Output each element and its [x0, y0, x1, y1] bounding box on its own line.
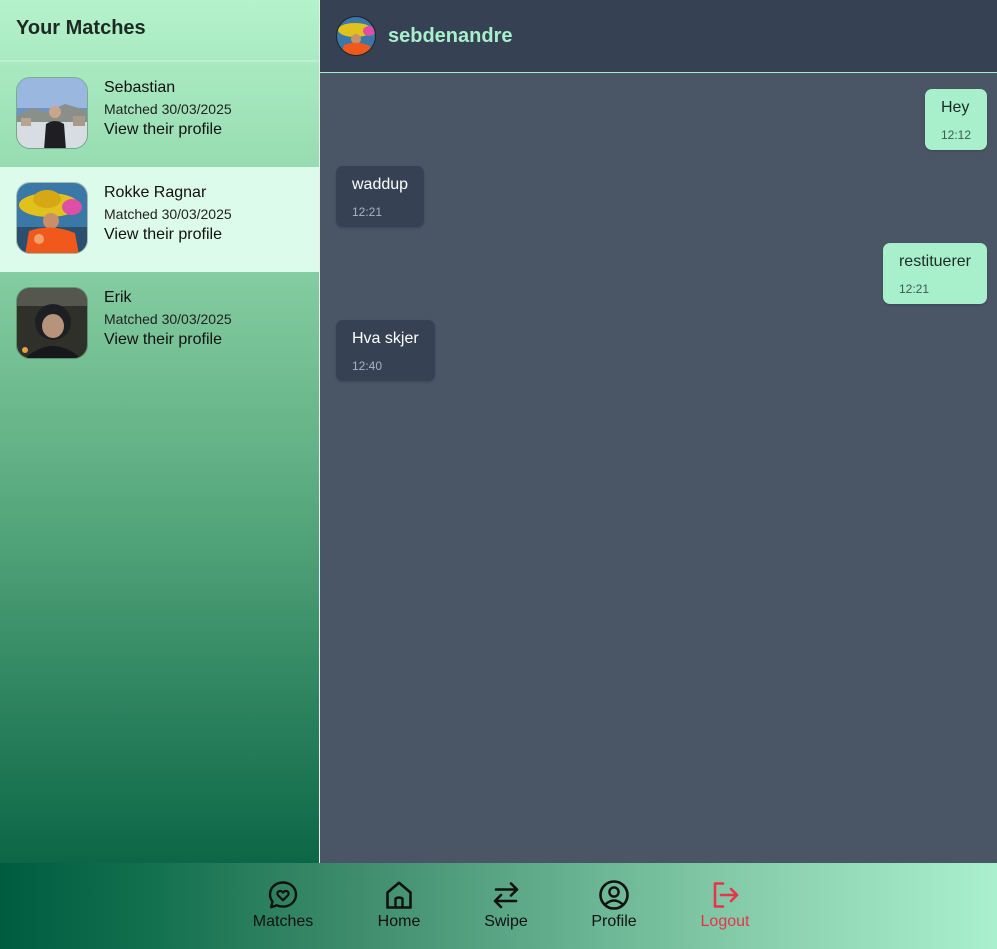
nav-home[interactable]: Home	[374, 863, 424, 931]
view-profile-link[interactable]: View their profile	[104, 330, 232, 350]
swap-arrows-icon	[493, 882, 519, 909]
message-bubble-received: waddup 12:21	[336, 166, 425, 227]
nav-profile-label: Profile	[591, 913, 637, 930]
match-date: Matched 30/03/2025	[104, 206, 232, 222]
nav-logout-label: Logout	[700, 913, 750, 930]
nav-logout[interactable]: Logout	[698, 863, 752, 931]
message-row: waddup 12:21	[336, 166, 987, 227]
nav-swipe[interactable]: Swipe	[480, 863, 532, 931]
logout-icon	[713, 882, 739, 908]
match-name: Erik	[104, 289, 132, 306]
message-list: Hey 12:12 waddup 12:21 restituerer 12:21…	[320, 73, 997, 381]
nav-matches[interactable]: Matches	[253, 863, 313, 931]
matches-sidebar: Your Matches Sebastian Matched 30/03/202…	[0, 0, 319, 863]
nav-matches-label: Matches	[252, 913, 314, 930]
avatar	[16, 287, 88, 359]
chat-avatar[interactable]	[336, 16, 376, 56]
message-time: 12:21	[898, 282, 929, 296]
match-name: Rokke Ragnar	[104, 184, 207, 201]
chat-panel: sebdenandre Hey 12:12 waddup 12:21 resti…	[320, 0, 997, 863]
message-text: Hva skjer	[352, 330, 419, 347]
user-circle-icon	[599, 880, 629, 910]
chat-username[interactable]: sebdenandre	[388, 25, 512, 48]
avatar	[16, 182, 88, 254]
match-item-rokke-ragnar[interactable]: Rokke Ragnar Matched 30/03/2025 View the…	[0, 167, 319, 272]
match-item-erik[interactable]: Erik Matched 30/03/2025 View their profi…	[0, 272, 319, 377]
match-name: Sebastian	[104, 79, 176, 96]
match-date: Matched 30/03/2025	[104, 101, 232, 117]
message-text: waddup	[352, 176, 409, 193]
view-profile-link[interactable]: View their profile	[104, 225, 232, 245]
message-text: Hey	[940, 99, 970, 116]
nav-swipe-label: Swipe	[484, 913, 528, 930]
message-row: restituerer 12:21	[336, 243, 987, 304]
chat-header: sebdenandre	[320, 0, 997, 73]
message-time: 12:12	[940, 128, 971, 142]
match-item-sebastian[interactable]: Sebastian Matched 30/03/2025 View their …	[0, 62, 319, 167]
message-bubble-sent: Hey 12:12	[924, 89, 987, 150]
home-icon	[386, 881, 412, 909]
message-bubble-received: Hva skjer 12:40	[336, 320, 435, 381]
message-time: 12:21	[352, 205, 383, 219]
avatar	[16, 77, 88, 149]
chat-heart-icon	[268, 881, 298, 909]
bottom-nav: Matches Home Swipe Profile Logout	[0, 863, 997, 949]
message-text: restituerer	[898, 253, 971, 270]
nav-home-label: Home	[377, 913, 421, 930]
sidebar-title: Your Matches	[0, 0, 319, 62]
message-row: Hey 12:12	[336, 89, 987, 150]
message-bubble-sent: restituerer 12:21	[882, 243, 987, 304]
nav-profile[interactable]: Profile	[589, 863, 639, 931]
match-date: Matched 30/03/2025	[104, 311, 232, 327]
message-time: 12:40	[352, 359, 383, 373]
message-row: Hva skjer 12:40	[336, 320, 987, 381]
view-profile-link[interactable]: View their profile	[104, 120, 232, 140]
